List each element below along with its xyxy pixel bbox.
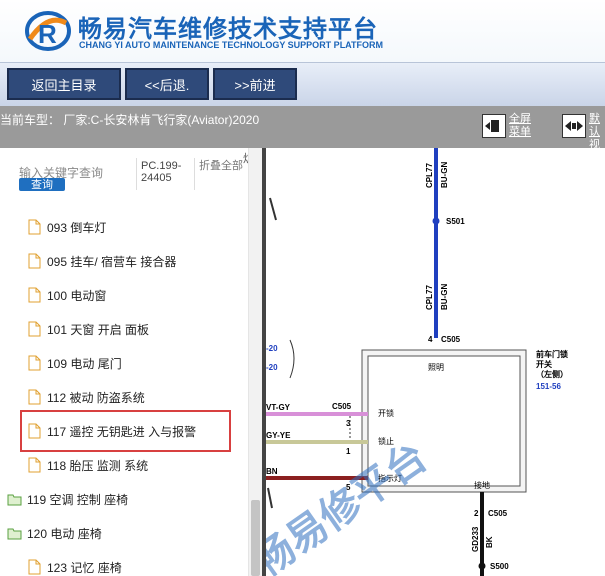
tree-item-label: 123 记忆 座椅 — [47, 560, 122, 575]
document-icon — [28, 321, 41, 337]
tree-item-label: 100 电动窗 — [47, 288, 107, 303]
tree-item[interactable]: 109 电动 尾门 — [28, 348, 122, 378]
wiring-diagram: S501 CPL77 BU-GN CPL77 BU-GN 4 C505 照明 开… — [266, 148, 605, 576]
divider — [136, 158, 137, 190]
sidebar: 炉 输入关键字查询 查询 PC.199-24405 折叠全部 093 倒车灯09… — [0, 148, 262, 576]
pin-label: 1 — [346, 447, 351, 456]
document-icon — [28, 389, 41, 405]
wire-label: VT-GY — [266, 403, 291, 412]
app-title: 畅易汽车维修技术支持平台 — [78, 15, 378, 43]
module-label: 前车门锁 — [536, 349, 568, 359]
tree-item[interactable]: 101 天窗 开启 面板 — [28, 314, 149, 344]
ref-link[interactable]: -20 — [266, 363, 278, 372]
tree-item-label: 101 天窗 开启 面板 — [47, 322, 150, 337]
wire-label: CPL77 — [425, 163, 434, 188]
default-view-icon[interactable] — [562, 114, 586, 138]
ref-link[interactable]: -20 — [266, 344, 278, 353]
tree-item-label: 120 电动 座椅 — [27, 526, 102, 541]
tree-item[interactable]: 120 电动 座椅 — [7, 518, 102, 548]
document-icon — [28, 457, 41, 473]
pc-code: PC.199-24405 — [141, 160, 182, 184]
header: R 畅易汽车维修技术支持平台 CHANG YI AUTO MAINTENANCE… — [0, 0, 605, 62]
pin-label: 4 — [428, 335, 433, 344]
pin-label: 2 — [474, 509, 479, 518]
connector-label: C505 — [332, 402, 352, 411]
svg-text:R: R — [38, 19, 57, 49]
fold-all-button[interactable]: 折叠全部 — [199, 160, 243, 172]
wire-label: BN — [266, 467, 278, 476]
splice-s500-label: S500 — [490, 562, 509, 571]
tree-item[interactable]: 100 电动窗 — [28, 280, 106, 310]
tree-item[interactable]: 119 空调 控制 座椅 — [7, 484, 128, 514]
document-icon — [28, 287, 41, 303]
wire-label: CPL77 — [425, 285, 434, 310]
wire-label: BK — [485, 536, 494, 548]
lock-label: 锁止 — [378, 436, 394, 446]
vehicle-bar: 当前车型： 厂家:C-长安林肯飞行家(Aviator)2020 全屏 菜单 默认… — [0, 106, 605, 164]
search-button[interactable]: 查询 — [19, 178, 65, 191]
tree-item[interactable]: 123 记忆 座椅 — [28, 552, 122, 576]
tree-item[interactable]: 112 被动 防盗系统 — [28, 382, 145, 412]
splice-s501 — [432, 217, 440, 225]
logo-icon: R — [25, 11, 71, 51]
fullscreen-menu-link[interactable]: 全屏 菜单 — [509, 113, 531, 139]
document-icon — [28, 253, 41, 269]
connector-label: C505 — [441, 335, 461, 344]
lighting-label: 照明 — [428, 363, 444, 372]
ground-label: 接地 — [474, 480, 490, 490]
bracket — [289, 339, 295, 379]
wire-label: GY-YE — [266, 431, 291, 440]
back-button[interactable]: <<后退. — [125, 68, 209, 100]
connector-label: C505 — [488, 509, 508, 518]
watermark: 畅易修平台 — [266, 434, 436, 576]
module-ref-link[interactable]: 151-56 — [536, 382, 561, 391]
splitter-markers — [267, 197, 277, 509]
forward-button[interactable]: >>前进 — [213, 68, 297, 100]
folder-icon — [7, 528, 22, 539]
home-button[interactable]: 返回主目录 — [7, 68, 121, 100]
module-label: 开关 — [536, 359, 552, 369]
fullscreen-icon[interactable] — [482, 114, 506, 138]
tree-item[interactable]: 118 胎压 监测 系统 — [28, 450, 148, 480]
tree-item-label: 119 空调 控制 座椅 — [27, 492, 129, 507]
wire-label: BU-GN — [440, 162, 449, 188]
app-subtitle: CHANG YI AUTO MAINTENANCE TECHNOLOGY SUP… — [79, 40, 384, 50]
divider — [194, 158, 195, 190]
scroll-thumb[interactable] — [251, 500, 260, 576]
document-icon — [28, 219, 41, 235]
splice-s501-label: S501 — [446, 217, 465, 226]
tree-item-label: 093 倒车灯 — [47, 220, 107, 235]
module-label: （左侧） — [536, 369, 568, 379]
folder-icon — [7, 494, 22, 505]
document-icon — [28, 355, 41, 371]
document-icon — [28, 559, 41, 575]
tree-item-label: 118 胎压 监测 系统 — [47, 458, 149, 473]
splice-s500 — [478, 562, 486, 570]
selected-item-highlight — [20, 410, 231, 452]
unlock-label: 开锁 — [378, 408, 394, 418]
tree-item[interactable]: 095 挂车/ 宿营车 接合器 — [28, 246, 176, 276]
tree-item-label: 109 电动 尾门 — [47, 356, 122, 371]
current-vehicle: 当前车型： 厂家:C-长安林肯飞行家(Aviator)2020 — [0, 113, 260, 127]
toolbar: 返回主目录 <<后退. >>前进 — [0, 62, 605, 107]
tree-item-label: 095 挂车/ 宿营车 接合器 — [47, 254, 177, 269]
tree-item-label: 112 被动 防盗系统 — [47, 390, 145, 405]
wire-label: BU-GN — [440, 284, 449, 310]
wire-label: GD233 — [471, 526, 480, 552]
tree-item[interactable]: 093 倒车灯 — [28, 212, 106, 242]
